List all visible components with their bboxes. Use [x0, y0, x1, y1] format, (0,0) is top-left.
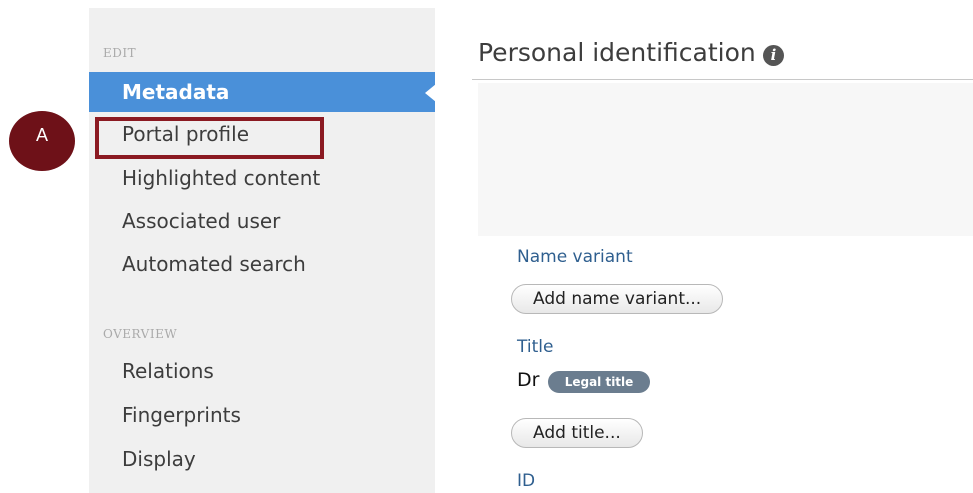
sidebar-item-fingerprints[interactable]: Fingerprints	[89, 394, 435, 436]
add-title-button[interactable]: Add title...	[511, 418, 643, 448]
sidebar: EDIT Metadata Portal profile Highlighted…	[89, 8, 436, 493]
sidebar-item-display[interactable]: Display	[89, 438, 435, 480]
sidebar-item-associated-user[interactable]: Associated user	[89, 200, 435, 242]
edit-section-label: EDIT	[103, 46, 137, 60]
info-icon[interactable]: i	[763, 45, 784, 66]
sidebar-item-metadata[interactable]: Metadata	[89, 72, 436, 112]
sidebar-item-label: Associated user	[122, 209, 281, 233]
sidebar-item-highlighted-content[interactable]: Highlighted content	[89, 157, 435, 199]
sidebar-item-relations[interactable]: Relations	[89, 350, 435, 392]
sidebar-item-label: Portal profile	[122, 122, 249, 146]
annotation-marker: A	[9, 111, 75, 171]
add-name-variant-button[interactable]: Add name variant...	[511, 284, 724, 314]
title-field-label: Title	[517, 337, 554, 357]
active-indicator	[425, 84, 436, 102]
sidebar-item-label: Fingerprints	[122, 403, 241, 427]
name-variant-label: Name variant	[517, 247, 633, 267]
legal-title-badge: Legal title	[548, 371, 650, 393]
sidebar-item-portal-profile[interactable]: Portal profile	[89, 113, 435, 155]
id-field-label: ID	[517, 471, 536, 491]
title-divider	[472, 79, 973, 80]
profile-panel	[478, 83, 973, 236]
title-value: Dr	[517, 369, 540, 391]
sidebar-item-label: Relations	[122, 359, 214, 383]
sidebar-item-label: Display	[122, 447, 196, 471]
overview-section-label: OVERVIEW	[103, 327, 178, 341]
sidebar-item-label: Highlighted content	[122, 166, 321, 190]
page-title: Personal identification	[478, 38, 756, 67]
sidebar-item-label: Automated search	[122, 252, 306, 276]
annotation-marker-label: A	[35, 124, 48, 145]
sidebar-item-automated-search[interactable]: Automated search	[89, 243, 435, 285]
sidebar-item-label: Metadata	[122, 80, 230, 104]
